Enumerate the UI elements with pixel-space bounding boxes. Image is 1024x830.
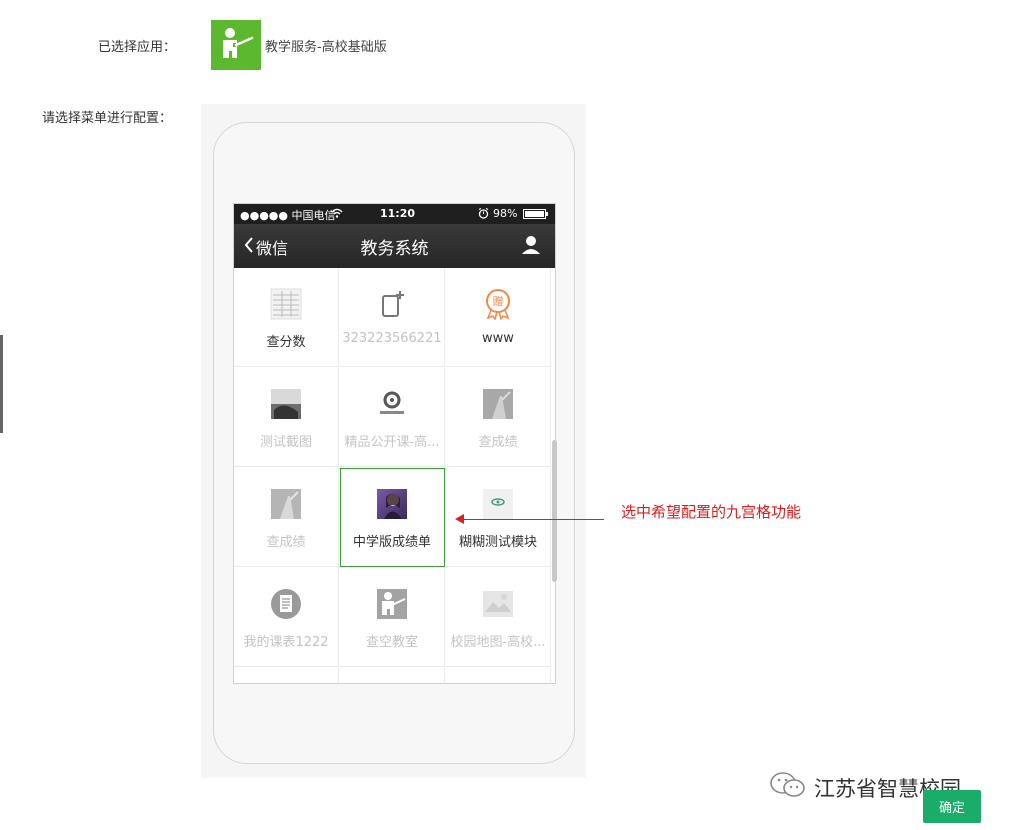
landscape-placeholder-icon (482, 588, 514, 620)
select-menu-label: 请选择菜单进行配置： (42, 111, 173, 126)
teacher-pointer-icon (376, 588, 408, 620)
grid-item-label: 糊糊测试模块 (458, 535, 537, 550)
grid-item-label: 查分数 (266, 335, 306, 350)
grid-item-label: 我的课表1222 (243, 635, 329, 650)
nav-bar: 微信 教务系统 (234, 224, 555, 268)
grid-item[interactable] (340, 668, 445, 683)
phone-plus-icon (376, 288, 408, 320)
wifi-icon (331, 208, 343, 221)
selected-app-label: 已选择应用： (98, 40, 177, 55)
grid-item-label: 精品公开课-高... (344, 435, 440, 450)
grid-item[interactable]: 精品公开课-高... (340, 368, 445, 467)
annotation-arrow (462, 519, 604, 520)
grid-item[interactable]: 查成绩 (446, 368, 551, 467)
open-course-logo-icon (376, 388, 408, 420)
portrait-photo-icon (376, 488, 408, 520)
grid-item[interactable]: 查成绩 (234, 468, 339, 567)
grid-item-label: 中学版成绩单 (352, 535, 431, 550)
confirm-button[interactable]: 确定 (923, 790, 981, 823)
grid-item[interactable]: 赠 www (446, 268, 551, 367)
annotation-text: 选中希望配置的九宫格功能 (621, 503, 802, 521)
alarm-icon (478, 208, 489, 222)
screenshot-thumbnail-icon (270, 388, 302, 420)
gift-badge-icon: 赠 (482, 288, 514, 320)
carrier-label: ●●●●● 中国电信 (240, 209, 336, 222)
grid-item-label: 323223566221 (342, 331, 442, 346)
eye-thumbnail-icon (482, 488, 514, 520)
spreadsheet-thumbnail-icon (270, 288, 302, 320)
left-edge-handle (0, 335, 3, 433)
grid-item-selected[interactable]: 中学版成绩单 (340, 468, 445, 567)
battery-icon (523, 209, 549, 222)
grid-item[interactable]: 查分数 (234, 268, 339, 367)
app-name: 教学服务-高校基础版 (265, 40, 387, 55)
grid-item-label: 查成绩 (478, 435, 518, 450)
arrow-left-icon (455, 514, 464, 524)
app-teacher-icon (211, 20, 261, 70)
document-circle-icon (270, 588, 302, 620)
user-icon[interactable] (521, 235, 541, 259)
svg-text:赠: 赠 (493, 294, 504, 308)
grid-item[interactable]: 测试截图 (234, 368, 339, 467)
grid-item-label: 测试截图 (259, 435, 312, 450)
grid-item[interactable] (446, 668, 551, 683)
grid-item-label: 校园地图-高校... (450, 635, 546, 650)
grid-item[interactable]: 校园地图-高校... (446, 568, 551, 667)
phone-scrollbar[interactable] (552, 440, 557, 582)
grid-item-label: 查空教室 (365, 635, 418, 650)
grid-item[interactable]: 我的课表1222 (234, 568, 339, 667)
grid-item[interactable]: 查空教室 (340, 568, 445, 667)
status-bar: ●●●●● 中国电信 11:20 98% (234, 204, 555, 224)
grid-item-label: 查成绩 (266, 535, 306, 550)
grid-item[interactable]: 323223566221 (340, 268, 445, 367)
wechat-logo-icon (768, 770, 808, 805)
photo-thumbnail-icon (482, 388, 514, 420)
battery-label: 98% (493, 207, 518, 220)
grid-item-label: www (482, 331, 514, 346)
clock-label: 11:20 (380, 207, 416, 220)
phone-screen: ●●●●● 中国电信 11:20 98% 微信 教务系统 查分数 3232235… (233, 203, 556, 684)
grid-item[interactable] (234, 668, 339, 683)
photo-thumbnail-icon (270, 488, 302, 520)
nav-title: 教务系统 (360, 239, 429, 259)
